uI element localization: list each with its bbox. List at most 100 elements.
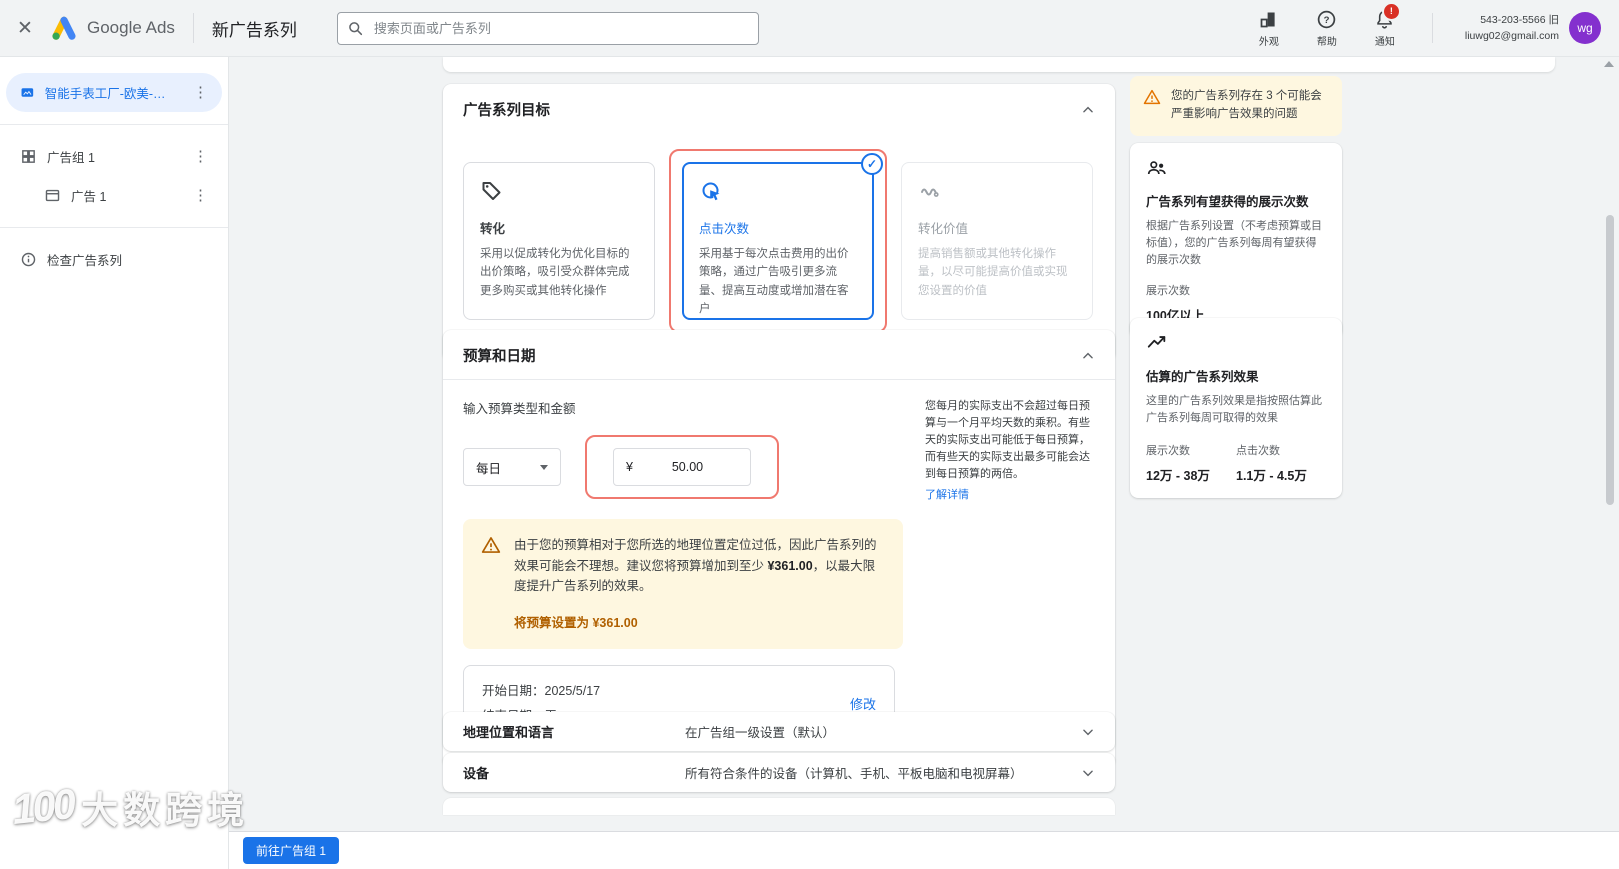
goal-card-clicks[interactable]: ✓ 点击次数 采用基于每次点击费用的出价策略，通过广告吸引更多流量、提高互动度或… <box>682 153 883 320</box>
sidebar-campaign-label: 智能手表工厂-欧美-英语... <box>44 87 169 101</box>
more-menu-icon[interactable]: ⋮ <box>189 188 212 203</box>
expected-impressions-card: 广告系列有望获得的展示次数 根据广告系列设置（不考虑预算或目标值），您的广告系列… <box>1130 143 1342 338</box>
trending-up-icon <box>1147 336 1166 348</box>
google-ads-logo[interactable]: Google Ads <box>50 14 175 42</box>
warning-text: 由于您的预算相对于您所选的地理位置定位过低，因此广告系列的效果可能会不理想。建议… <box>514 538 877 594</box>
page-title: 新广告系列 <box>211 20 297 40</box>
sidebar-adgroup-label: 广告组 1 <box>47 151 95 165</box>
conversion-value-icon <box>921 188 939 197</box>
account-email: liuwg02@gmail.com <box>1464 30 1559 42</box>
appearance-icon <box>1261 12 1275 27</box>
start-date: 开始日期：2025/5/17 <box>482 683 601 698</box>
budget-note-text: 您每月的实际支出不会超过每日预算与一个月平均天数的乘积。有些天的实际支出可能低于… <box>925 400 1090 481</box>
selected-check-icon: ✓ <box>861 153 883 175</box>
expand-chevron-down-icon[interactable] <box>1081 766 1095 780</box>
set-budget-action[interactable]: 将预算设置为 ¥361.00 <box>514 612 885 631</box>
row-value: 所有符合条件的设备（计算机、手机、平板电脑和电视屏幕） <box>685 767 1023 781</box>
avatar[interactable]: wg <box>1569 12 1601 44</box>
row-devices[interactable]: 设备 所有符合条件的设备（计算机、手机、平板电脑和电视屏幕） <box>443 753 1115 792</box>
sidebar-item-adgroup[interactable]: 广告组 1 ⋮ <box>6 137 222 176</box>
more-menu-icon[interactable]: ⋮ <box>189 149 212 164</box>
top-bar-tools: 外观 ? 帮助 ! 通知 543-203-5566 旧 liuwg02@gmai… <box>1240 1 1619 48</box>
info-icon <box>21 252 36 267</box>
goal-card-title: 转化 <box>480 222 506 236</box>
campaign-icon <box>21 88 34 97</box>
estimate-card-desc: 这里的广告系列效果是指按照估算此广告系列每周可取得的效果 <box>1146 394 1322 424</box>
sidebar-item-campaign[interactable]: 智能手表工厂-欧美-英语... ⋮ <box>6 73 222 112</box>
goal-card-conversion-value: 转化价值 提高销售额或其他转化操作量，以尽可能提高价值或实现您设置的价值 <box>901 162 1093 320</box>
more-menu-icon[interactable]: ⋮ <box>189 85 212 100</box>
row-location-language[interactable]: 地理位置和语言 在广告组一级设置（默认） <box>443 712 1115 751</box>
go-to-adgroup-button[interactable]: 前往广告组 1 <box>243 837 340 864</box>
notifications-label: 通知 <box>1374 36 1395 48</box>
collapse-chevron-up-icon[interactable] <box>1081 349 1095 363</box>
goal-section-title: 广告系列目标 <box>463 103 550 119</box>
ad-click-icon <box>702 182 720 201</box>
search-icon <box>349 21 362 35</box>
notifications-button[interactable]: ! 通知 <box>1356 1 1414 48</box>
top-bar: ✕ Google Ads 新广告系列 外观 <box>0 0 1619 57</box>
tutorial-highlight-box: ✓ 点击次数 采用基于每次点击费用的出价策略，通过广告吸引更多流量、提高互动度或… <box>669 149 887 333</box>
search-input[interactable] <box>371 19 748 37</box>
campaign-issues-alert[interactable]: 您的广告系列存在 3 个可能会严重影响广告效果的问题 <box>1130 76 1342 136</box>
scrollbar-up-arrow[interactable] <box>1604 61 1614 67</box>
goal-card-conversions[interactable]: 转化 采用以促成转化为优化目标的出价策略，吸引受众群体完成更多购买或其他转化操作 <box>463 162 655 320</box>
budget-field-label: 输入预算类型和金额 <box>463 402 576 416</box>
expand-chevron-down-icon[interactable] <box>1081 725 1095 739</box>
ad-icon <box>45 189 60 202</box>
row-value: 在广告组一级设置（默认） <box>685 726 836 740</box>
clicks-label: 点击次数 <box>1236 444 1280 457</box>
budget-type-value: 每日 <box>476 461 502 476</box>
appearance-button[interactable]: 外观 <box>1240 9 1298 48</box>
sidebar-item-ad[interactable]: 广告 1 ⋮ <box>6 176 222 215</box>
close-icon[interactable]: ✕ <box>0 17 50 40</box>
budget-dates-section: 预算和日期 输入预算类型和金额 每日 ¥ 50.00 由于您的预算相对于您所选的… <box>443 330 1115 767</box>
impressions-label: 展示次数 <box>1146 444 1190 457</box>
sidebar-review-label: 检查广告系列 <box>47 254 123 268</box>
reach-card-desc: 根据广告系列设置（不考虑预算或目标值），您的广告系列每周有望获得的展示次数 <box>1146 219 1322 266</box>
goal-card-desc: 提高销售额或其他转化操作量，以尽可能提高价值或实现您设置的价值 <box>918 248 1068 297</box>
bottom-action-bar: 前往广告组 1 <box>229 831 1619 869</box>
alert-text: 您的广告系列存在 3 个可能会严重影响广告效果的问题 <box>1171 90 1322 120</box>
low-budget-warning: 由于您的预算相对于您所选的地理位置定位过低，因此广告系列的效果可能会不理想。建议… <box>463 519 903 649</box>
reach-card-title: 广告系列有望获得的展示次数 <box>1146 195 1309 209</box>
divider <box>192 13 194 43</box>
help-button[interactable]: ? 帮助 <box>1298 9 1356 48</box>
budget-type-select[interactable]: 每日 <box>463 448 561 486</box>
dropdown-caret-icon <box>540 464 548 470</box>
sidebar-ad-label: 广告 1 <box>71 190 107 204</box>
reach-metric-label: 展示次数 <box>1146 284 1190 297</box>
goal-card-desc: 采用基于每次点击费用的出价策略，通过广告吸引更多流量、提高互动度或增加潜在客户 <box>699 248 849 316</box>
row-label: 设备 <box>463 766 490 781</box>
collapse-chevron-up-icon[interactable] <box>1081 103 1095 117</box>
currency-symbol: ¥ <box>626 460 633 474</box>
budget-section-title: 预算和日期 <box>463 349 536 365</box>
campaign-goal-section: 广告系列目标 转化 采用以促成转化为优化目标的出价策略，吸引受众群体完成更多购买… <box>443 84 1115 361</box>
learn-more-link[interactable]: 了解详情 <box>925 487 969 504</box>
notification-badge: ! <box>1381 1 1401 21</box>
search-box[interactable] <box>336 11 759 45</box>
ad-group-icon <box>22 150 35 163</box>
tag-icon <box>482 182 501 200</box>
budget-amount-input[interactable] <box>636 459 738 475</box>
estimated-performance-card: 估算的广告系列效果 这里的广告系列效果是指按照估算此广告系列每周可取得的效果 展… <box>1130 318 1342 498</box>
sidebar-item-review-campaign[interactable]: 检查广告系列 <box>6 240 222 279</box>
edit-dates-link[interactable]: 修改 <box>850 694 876 713</box>
row-label: 地理位置和语言 <box>463 725 555 740</box>
tutorial-highlight-box: ¥ <box>585 435 779 499</box>
account-info: 543-203-5566 旧 liuwg02@gmail.com <box>1465 12 1559 45</box>
clicks-value: 1.1万 - 4.5万 <box>1236 468 1307 483</box>
warning-triangle-icon <box>481 537 501 553</box>
impressions-value: 12万 - 38万 <box>1146 468 1210 483</box>
budget-amount-field[interactable]: ¥ <box>613 448 751 486</box>
divider <box>0 124 228 125</box>
svg-text:?: ? <box>1324 15 1330 26</box>
audience-icon <box>1147 161 1166 175</box>
account-id: 543-203-5566 旧 <box>1480 13 1559 26</box>
goal-card-desc: 采用以促成转化为优化目标的出价策略，吸引受众群体完成更多购买或其他转化操作 <box>480 248 630 297</box>
campaign-sidebar: 智能手表工厂-欧美-英语... ⋮ 广告组 1 ⋮ 广告 1 ⋮ <box>0 57 229 869</box>
divider <box>0 227 228 228</box>
ads-triangle-icon <box>52 16 76 40</box>
budget-side-note: 您每月的实际支出不会超过每日预算与一个月平均天数的乘积。有些天的实际支出可能低于… <box>903 398 1095 743</box>
scrollbar-thumb[interactable] <box>1606 215 1614 505</box>
